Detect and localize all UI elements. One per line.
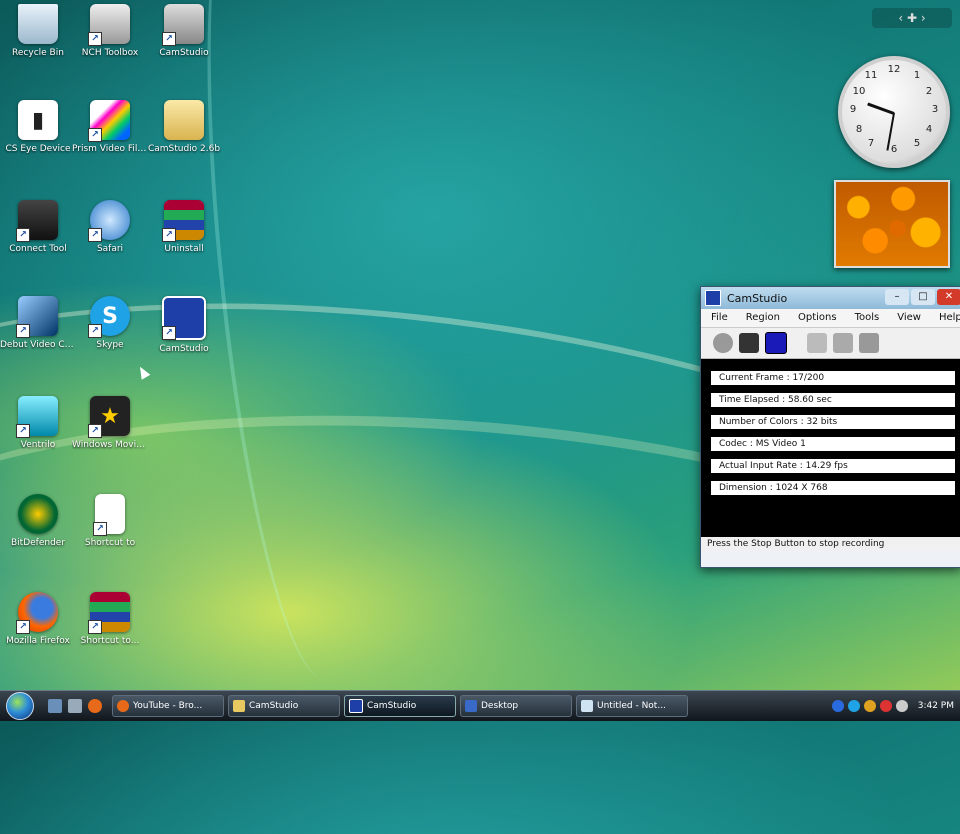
camstudio-icon [705, 290, 721, 306]
stat-time-elapsed: Time Elapsed : 58.60 sec [711, 393, 955, 407]
clock-gadget[interactable]: 12 1 2 3 4 5 6 7 8 9 10 11 [838, 56, 950, 168]
close-button[interactable]: ✕ [937, 289, 960, 305]
system-clock[interactable]: 3:42 PM [918, 701, 954, 711]
desktop-icon-debut[interactable]: ↗ Debut Video Capture [0, 296, 76, 351]
slideshow-gadget[interactable] [834, 180, 950, 268]
menu-file[interactable]: File [701, 309, 736, 327]
taskbar: YouTube - Bro... CamStudio CamStudio Des… [0, 690, 960, 721]
menu-bar: File Region Options Tools View Help [701, 309, 960, 328]
desktop-icon-uninstall[interactable]: ↗ Uninstall [146, 200, 222, 255]
ventrilo-icon: ↗ [16, 396, 58, 438]
prism-icon: ↗ [88, 100, 130, 142]
desktop-icon-movie-maker[interactable]: ★↗ Windows Movie Maker [72, 396, 148, 451]
stat-codec: Codec : MS Video 1 [711, 437, 955, 451]
annotate-icon[interactable] [807, 333, 827, 353]
menu-region[interactable]: Region [736, 309, 788, 327]
mouse-cursor [135, 364, 151, 380]
windows-orb-icon [6, 692, 34, 720]
menu-options[interactable]: Options [788, 309, 845, 327]
skype-icon: S ↗ [88, 296, 130, 338]
video-capture-icon: ↗ [16, 296, 58, 338]
volume-icon[interactable] [895, 700, 908, 712]
desktop-icon-shortcut-archive[interactable]: ↗ Shortcut to... [72, 592, 148, 647]
stop-button[interactable] [765, 332, 787, 354]
antivirus-icon[interactable] [879, 700, 892, 712]
task-camstudio[interactable]: CamStudio [344, 695, 456, 717]
quick-launch [40, 699, 112, 713]
camera-icon: ↗ [162, 4, 204, 46]
camstudio-window[interactable]: CamStudio – □ ✕ File Region Options Tool… [700, 286, 960, 568]
task-notepad[interactable]: Untitled - Not... [576, 695, 688, 717]
record-button[interactable] [713, 333, 733, 353]
recording-stats-panel: Current Frame : 17/200 Time Elapsed : 58… [701, 359, 960, 537]
recycle-bin-icon [18, 4, 58, 44]
device-icon: ▮ [18, 100, 58, 140]
menu-view[interactable]: View [887, 309, 929, 327]
toolbox-icon: ↗ [88, 4, 130, 46]
clock-hour-hand [867, 102, 895, 115]
film-star-icon: ★ ↗ [88, 396, 130, 438]
switch-windows-icon[interactable] [68, 699, 82, 713]
menu-tools[interactable]: Tools [845, 309, 888, 327]
desktop-icon-nch-toolbox[interactable]: ↗ NCH Toolbox [72, 4, 148, 59]
archive-icon: ↗ [162, 200, 204, 242]
video-icon[interactable] [859, 333, 879, 353]
firefox-icon [117, 700, 129, 712]
stat-number-of-colors: Number of Colors : 32 bits [711, 415, 955, 429]
compass-icon: ↗ [88, 200, 130, 242]
stat-dimension: Dimension : 1024 X 768 [711, 481, 955, 495]
maximize-button[interactable]: □ [911, 289, 935, 305]
firefox-icon[interactable] [88, 699, 102, 713]
firefox-icon: ↗ [16, 592, 58, 634]
document-icon: ↗ [93, 494, 125, 536]
desktop-icon-camstudio-2[interactable]: ↗ CamStudio [146, 296, 222, 355]
camstudio-icon [349, 699, 363, 713]
desktop-icon-prism[interactable]: ↗ Prism Video File Converter [72, 100, 148, 155]
task-desktop[interactable]: Desktop [460, 695, 572, 717]
globe-icon [18, 494, 58, 534]
task-youtube[interactable]: YouTube - Bro... [112, 695, 224, 717]
desktop-icon-bitdefender[interactable]: BitDefender [0, 494, 76, 549]
sidebar-controls[interactable]: ‹ ✚ › [872, 8, 952, 28]
archive-icon: ↗ [88, 592, 130, 634]
window-title: CamStudio [727, 291, 788, 305]
desktop-icon-safari[interactable]: ↗ Safari [72, 200, 148, 255]
desktop-icon-firefox[interactable]: ↗ Mozilla Firefox [0, 592, 76, 647]
notepad-icon [581, 700, 593, 712]
camera-icon[interactable] [833, 333, 853, 353]
desktop-icon-camstudio-folder[interactable]: CamStudio 2.6b [146, 100, 222, 155]
folder-icon [164, 100, 204, 140]
skype-icon[interactable] [847, 700, 860, 712]
minimize-button[interactable]: – [885, 289, 909, 305]
network-icon[interactable] [831, 700, 844, 712]
status-bar: Press the Stop Button to stop recording [701, 537, 960, 551]
folder-icon [233, 700, 245, 712]
system-tray: 3:42 PM [831, 700, 960, 712]
desktop-icon-ventrilo[interactable]: ↗ Ventrilo [0, 396, 76, 451]
title-bar[interactable]: CamStudio – □ ✕ [701, 287, 960, 309]
desktop-icon-recycle-bin[interactable]: Recycle Bin [0, 4, 76, 59]
menu-help[interactable]: Help [929, 309, 960, 327]
start-button[interactable] [0, 692, 40, 720]
toolbar [701, 328, 960, 359]
security-icon[interactable] [863, 700, 876, 712]
desktop-icon [465, 700, 477, 712]
webcam-icon: ↗ [16, 200, 58, 242]
stat-input-rate: Actual Input Rate : 14.29 fps [711, 459, 955, 473]
task-camstudio-folder[interactable]: CamStudio [228, 695, 340, 717]
desktop-icon-skype[interactable]: S ↗ Skype [72, 296, 148, 351]
show-desktop-icon[interactable] [48, 699, 62, 713]
pause-button[interactable] [739, 333, 759, 353]
desktop-icon-connect-tool[interactable]: ↗ Connect Tool [0, 200, 76, 255]
camstudio-icon: ↗ [162, 296, 206, 340]
stat-current-frame: Current Frame : 17/200 [711, 371, 955, 385]
desktop-icon-shortcut-to[interactable]: ↗ Shortcut to [72, 494, 148, 549]
desktop-icon-camstudio[interactable]: ↗ CamStudio [146, 4, 222, 59]
desktop-icon-cs-eye[interactable]: ▮ CS Eye Device [0, 100, 76, 155]
